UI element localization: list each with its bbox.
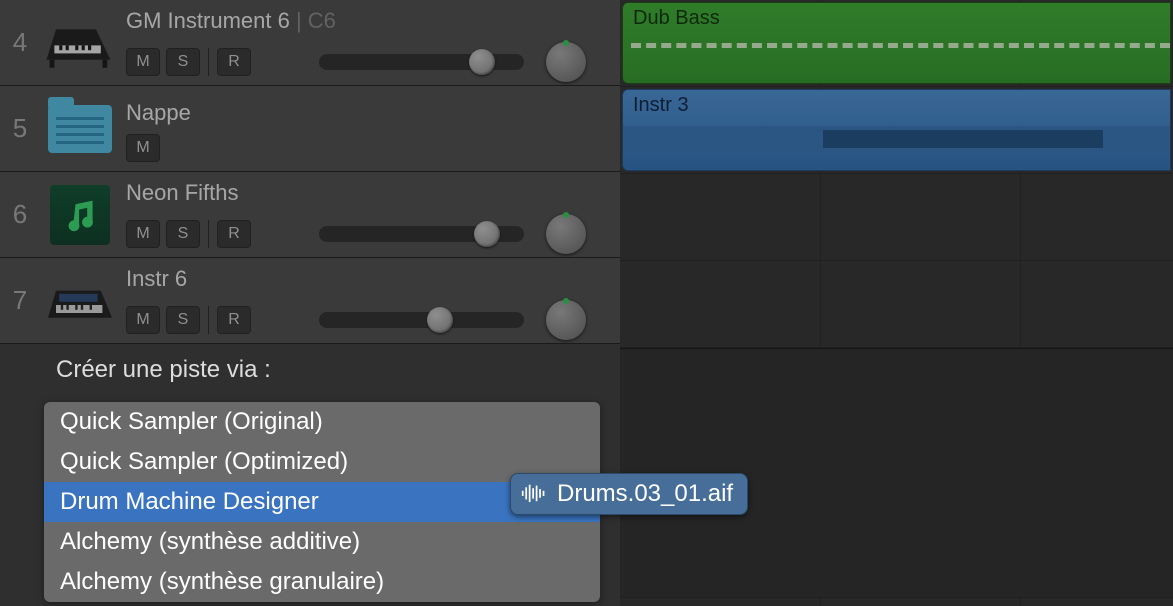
waveform-icon	[521, 483, 547, 505]
music-note-icon	[40, 175, 120, 255]
mute-button[interactable]: M	[126, 134, 160, 162]
track-row[interactable]: 5 Nappe M	[0, 86, 620, 172]
mute-button[interactable]: M	[126, 220, 160, 248]
synth-icon	[40, 261, 120, 341]
menu-item-alchemy-granular[interactable]: Alchemy (synthèse granulaire)	[44, 562, 600, 602]
record-button[interactable]: R	[217, 220, 251, 248]
mute-button[interactable]: M	[126, 48, 160, 76]
solo-button[interactable]: S	[166, 306, 200, 334]
solo-button[interactable]: S	[166, 48, 200, 76]
track-number: 4	[0, 27, 40, 58]
menu-item-quick-sampler-original[interactable]: Quick Sampler (Original)	[44, 402, 600, 442]
create-track-title: Créer une piste via :	[44, 346, 600, 394]
track-number: 6	[0, 199, 40, 230]
region-name: Instr 3	[633, 94, 689, 116]
pan-knob[interactable]	[546, 214, 586, 254]
volume-slider[interactable]	[319, 226, 524, 242]
arrange-area[interactable]: Dub Bass Instr 3	[620, 0, 1173, 606]
pan-knob[interactable]	[546, 300, 586, 340]
dragged-file-name: Drums.03_01.aif	[557, 480, 733, 508]
solo-button[interactable]: S	[166, 220, 200, 248]
slider-thumb[interactable]	[469, 49, 495, 75]
track-name[interactable]: Instr 6	[126, 266, 610, 292]
track-row[interactable]: 7 Instr 6 M	[0, 258, 620, 344]
track-number: 7	[0, 285, 40, 316]
track-name[interactable]: Nappe	[126, 100, 610, 126]
track-name[interactable]: GM Instrument 6 | C6	[126, 8, 610, 34]
folder-icon	[40, 89, 120, 169]
track-number: 5	[0, 113, 40, 144]
slider-thumb[interactable]	[427, 307, 453, 333]
dragged-audio-file[interactable]: Drums.03_01.aif	[510, 473, 748, 515]
volume-slider[interactable]	[319, 312, 524, 328]
track-name[interactable]: Neon Fifths	[126, 180, 610, 206]
menu-item-alchemy-additive[interactable]: Alchemy (synthèse additive)	[44, 522, 600, 562]
track-row[interactable]: 4 GM Instrument 6 | C6	[0, 0, 620, 86]
region-dub-bass[interactable]: Dub Bass	[622, 2, 1171, 84]
record-button[interactable]: R	[217, 306, 251, 334]
track-row[interactable]: 6 Neon Fifths M S R	[0, 172, 620, 258]
slider-thumb[interactable]	[474, 221, 500, 247]
pan-knob[interactable]	[546, 42, 586, 82]
piano-icon	[40, 3, 120, 83]
mute-button[interactable]: M	[126, 306, 160, 334]
volume-slider[interactable]	[319, 54, 524, 70]
region-instr-3[interactable]: Instr 3	[622, 89, 1171, 171]
record-button[interactable]: R	[217, 48, 251, 76]
region-name: Dub Bass	[633, 7, 720, 29]
